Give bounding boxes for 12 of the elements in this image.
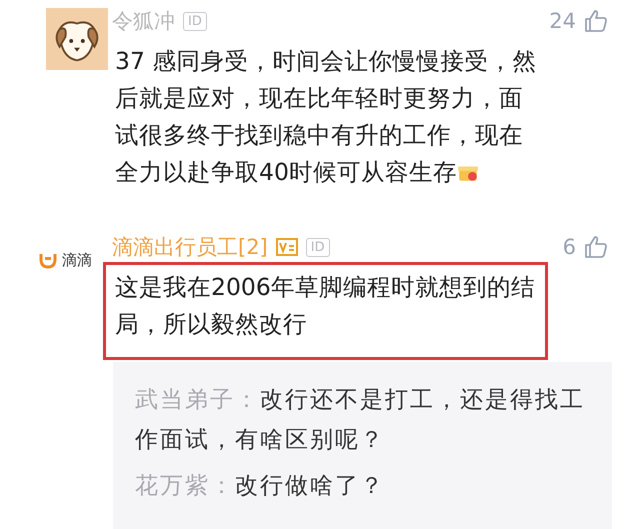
id-badge: ID — [306, 238, 330, 256]
dog-avatar-icon[interactable] — [46, 8, 108, 70]
thumbs-up-icon[interactable] — [584, 235, 608, 259]
like-count: 24 — [549, 9, 576, 33]
id-badge: ID — [183, 12, 207, 30]
like-count: 6 — [562, 235, 576, 259]
reply-text[interactable]: 武当弟子：改行还不是打工，还是得找工作面试，有啥区别呢？ — [135, 380, 605, 460]
company-name: 滴滴 — [62, 250, 92, 270]
reply-text[interactable]: 花万紫：改行做啥了？ — [135, 466, 605, 506]
comment-text: 37 感同身受，时间会让你慢慢接受，然后就是应对，现在比年轻时更努力，面试很多终于找到稳中有升的工作，现在全力以赴争取40时候可从容生存 — [115, 46, 538, 188]
thumbs-up-icon[interactable] — [584, 9, 608, 33]
comment-text: 这是我在2006年草脚编程时就想到的结局，所以毅然改行 — [115, 272, 536, 340]
